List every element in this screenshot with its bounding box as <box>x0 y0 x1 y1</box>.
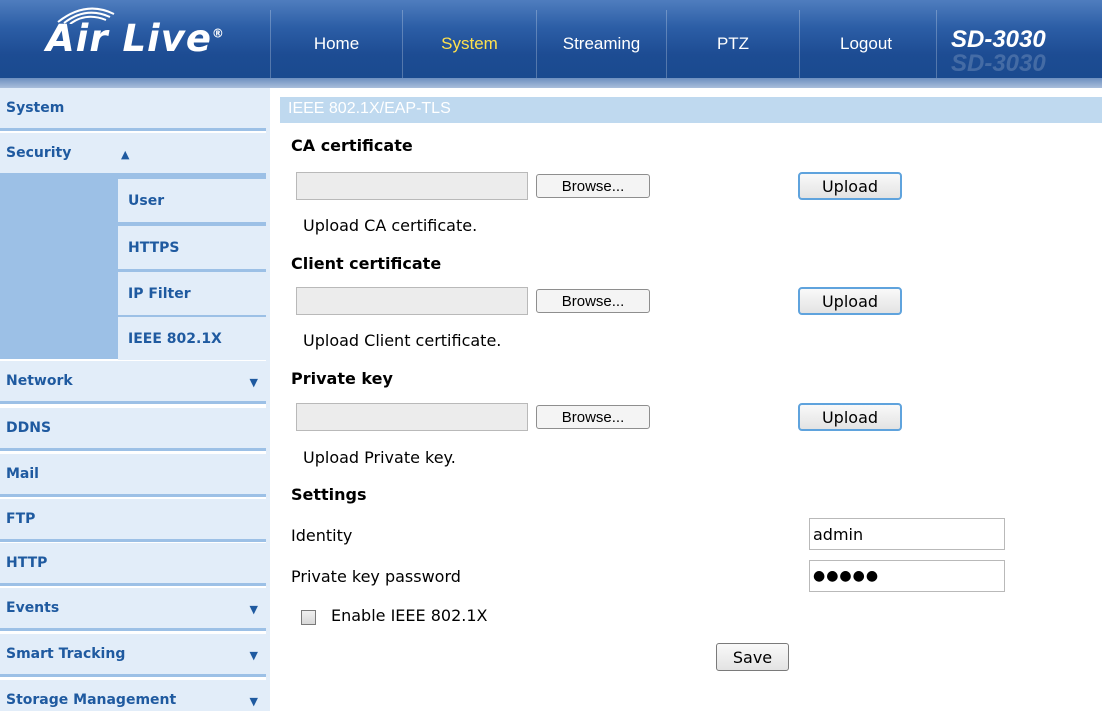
ca-cert-upload-button[interactable]: Upload <box>798 172 902 200</box>
client-cert-description: Upload Client certificate. <box>303 331 502 350</box>
sidebar-item-events[interactable]: Events ▼ <box>0 588 266 631</box>
sidebar-item-storage-management[interactable]: Storage Management ▼ <box>0 680 266 711</box>
client-cert-file-field[interactable] <box>296 287 528 315</box>
ca-cert-file-field[interactable] <box>296 172 528 200</box>
arrow-down-icon: ▼ <box>249 649 258 662</box>
sidebar-item-label: Events <box>6 600 60 616</box>
sidebar-item-label: Storage Management <box>6 692 177 708</box>
sidebar-item-label: HTTP <box>6 555 48 571</box>
section-title: IEEE 802.1X/EAP-TLS <box>288 100 451 117</box>
client-cert-browse-button[interactable]: Browse... <box>536 289 650 313</box>
sidebar-item-label: Network <box>6 373 73 389</box>
nav-ptz[interactable]: PTZ <box>666 10 799 78</box>
enable-ieee8021x-checkbox[interactable] <box>301 610 316 625</box>
save-button[interactable]: Save <box>716 643 789 671</box>
private-key-upload-button[interactable]: Upload <box>798 403 902 431</box>
sidebar-item-label: Mail <box>6 466 39 482</box>
arrow-down-icon: ▼ <box>249 603 258 616</box>
enable-ieee8021x-label: Enable IEEE 802.1X <box>331 606 488 625</box>
arrow-up-icon: ▲ <box>121 148 130 161</box>
sidebar-item-ip-filter[interactable]: IP Filter <box>118 272 266 315</box>
private-key-password-label: Private key password <box>291 567 461 586</box>
nav-system[interactable]: System <box>402 10 536 78</box>
ca-cert-browse-button[interactable]: Browse... <box>536 174 650 198</box>
identity-value: admin <box>813 524 864 544</box>
security-submenu: User HTTPS IP Filter IEEE 802.1X <box>0 175 266 360</box>
client-cert-heading: Client certificate <box>291 254 442 273</box>
nav-logout[interactable]: Logout <box>799 10 932 78</box>
sidebar-item-security[interactable]: Security ▲ <box>0 133 266 176</box>
private-key-heading: Private key <box>291 369 393 388</box>
sidebar-item-label: DDNS <box>6 420 52 436</box>
sidebar-item-mail[interactable]: Mail <box>0 454 266 497</box>
sidebar-item-label: FTP <box>6 511 36 527</box>
sidebar-item-user[interactable]: User <box>118 179 266 222</box>
model-badge: SD-3030 SD-3030 <box>936 10 1102 78</box>
private-key-password-input[interactable]: ●●●●● <box>809 560 1005 592</box>
sidebar-item-system[interactable]: System <box>0 88 266 131</box>
sidebar-item-label: Smart Tracking <box>6 646 126 662</box>
sidebar: System Security ▲ User HTTPS IP Filter IE… <box>0 88 266 711</box>
arrow-down-icon: ▼ <box>249 376 258 389</box>
password-value: ●●●●● <box>813 568 880 584</box>
sidebar-item-network[interactable]: Network ▼ <box>0 361 266 404</box>
client-cert-upload-button[interactable]: Upload <box>798 287 902 315</box>
private-key-description: Upload Private key. <box>303 448 456 467</box>
sidebar-item-label: Security <box>6 145 72 161</box>
sidebar-divider <box>266 88 270 711</box>
identity-label: Identity <box>291 526 353 545</box>
header-underline <box>0 78 1102 88</box>
sidebar-item-http[interactable]: HTTP <box>0 543 266 586</box>
logo-text: Air Live® <box>46 17 225 60</box>
ca-cert-heading: CA certificate <box>291 136 413 155</box>
identity-input[interactable]: admin <box>809 518 1005 550</box>
main-nav: Home System Streaming PTZ Logout <box>270 10 932 78</box>
arrow-down-icon: ▼ <box>249 695 258 708</box>
sidebar-item-ddns[interactable]: DDNS <box>0 408 266 451</box>
sidebar-item-https[interactable]: HTTPS <box>118 226 266 269</box>
sidebar-item-ieee8021x[interactable]: IEEE 802.1X <box>118 317 266 360</box>
nav-home[interactable]: Home <box>270 10 402 78</box>
model-reflection: SD-3030 <box>951 50 1046 77</box>
settings-heading: Settings <box>291 485 367 504</box>
sidebar-item-ftp[interactable]: FTP <box>0 499 266 542</box>
nav-streaming[interactable]: Streaming <box>536 10 666 78</box>
private-key-browse-button[interactable]: Browse... <box>536 405 650 429</box>
private-key-file-field[interactable] <box>296 403 528 431</box>
sidebar-item-smart-tracking[interactable]: Smart Tracking ▼ <box>0 634 266 677</box>
ca-cert-description: Upload CA certificate. <box>303 216 478 235</box>
airlive-logo: Air Live® <box>0 0 265 78</box>
model-name: SD-3030 <box>951 26 1046 53</box>
sidebar-item-label: System <box>6 100 65 116</box>
